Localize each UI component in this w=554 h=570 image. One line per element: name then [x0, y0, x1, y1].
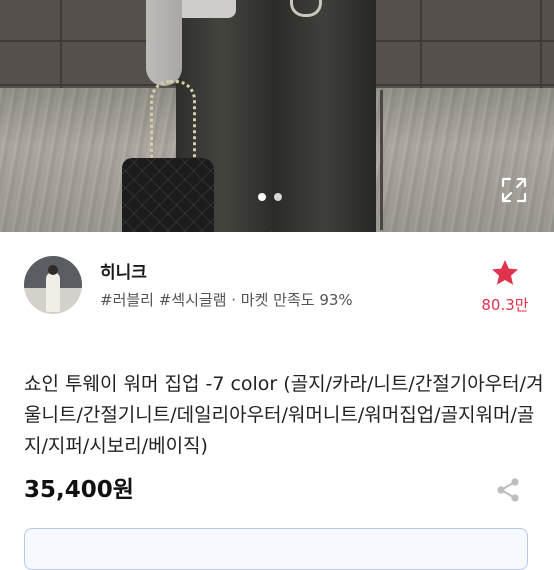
- product-price: 35,400원: [24, 477, 134, 503]
- gallery-photo-pole: [380, 90, 383, 230]
- seller-name[interactable]: 히니크: [100, 258, 147, 283]
- favorite-button[interactable]: 80.3만: [475, 258, 535, 315]
- share-icon[interactable]: [494, 476, 522, 504]
- gallery-pager: [258, 193, 282, 201]
- notice-banner[interactable]: [24, 528, 528, 570]
- product-title: 쇼인 투웨이 워머 집업 -7 color (골지/카라/니트/간절기아우터/겨…: [24, 373, 544, 457]
- gallery-photo-sleeve: [146, 0, 182, 86]
- star-icon: [492, 260, 518, 285]
- gallery-pager-dot-2[interactable]: [274, 193, 282, 201]
- gallery-photo-handbag: [122, 158, 214, 232]
- product-image-gallery[interactable]: [0, 0, 554, 232]
- gallery-pager-dot-1[interactable]: [258, 193, 266, 201]
- seller-avatar[interactable]: [24, 256, 82, 314]
- favorite-count: 80.3만: [481, 296, 529, 314]
- expand-icon[interactable]: [498, 174, 530, 206]
- seller-tags: #러블리 #섹시글램 · 마켓 만족도 93%: [100, 291, 353, 309]
- seller-section: [0, 232, 554, 342]
